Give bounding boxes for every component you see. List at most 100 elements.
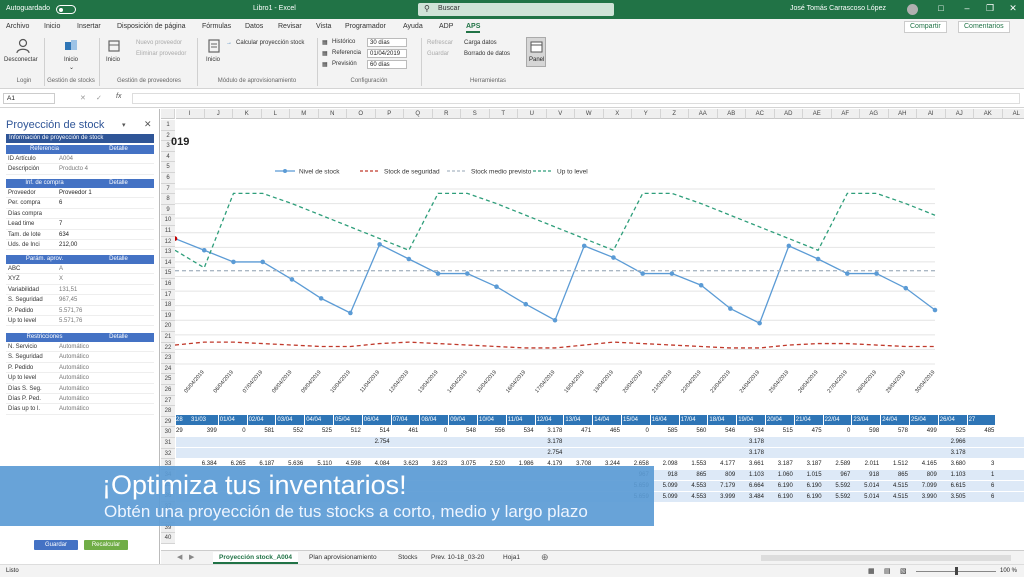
panel-row[interactable]: Lead time 7 [6, 219, 154, 230]
table-cell[interactable]: 512 [334, 426, 363, 436]
row-header[interactable]: 21 [161, 332, 175, 343]
table-cell[interactable]: 471 [564, 426, 593, 436]
panel-row-value[interactable]: Automático [56, 404, 154, 413]
column-header[interactable]: S [461, 109, 490, 119]
panel-row[interactable]: ABC A [6, 264, 154, 275]
column-header[interactable]: AE [803, 109, 832, 119]
stocks-inicio-button[interactable]: Inicio [64, 57, 78, 63]
panel-row[interactable]: Proveedor Proveedor 1 [6, 188, 154, 199]
column-header[interactable]: T [489, 109, 518, 119]
table-cell[interactable] [190, 448, 219, 458]
row-header[interactable]: 19 [161, 310, 175, 322]
table-cell[interactable] [564, 437, 593, 447]
row-header[interactable]: 16 [161, 279, 175, 290]
table-cell[interactable] [478, 448, 507, 458]
chevron-down-icon[interactable]: ▾ [122, 121, 126, 129]
table-cell[interactable]: 1.103 [737, 470, 766, 480]
table-cell[interactable] [449, 448, 478, 458]
table-cell[interactable]: 865 [881, 470, 910, 480]
table-cell[interactable]: 6.190 [766, 481, 795, 491]
tab-archivo[interactable]: Archivo [6, 23, 29, 30]
tab-inicio[interactable]: Inicio [44, 23, 60, 30]
table-cell[interactable]: 3.178 [536, 437, 565, 447]
table-cell[interactable]: 4.515 [881, 492, 910, 502]
column-header[interactable]: I [176, 109, 205, 119]
row-header[interactable]: 24 [161, 363, 175, 375]
tab-formulas[interactable]: Fórmulas [202, 23, 231, 30]
column-header[interactable]: AC [746, 109, 775, 119]
table-cell[interactable]: 1 [968, 470, 997, 480]
table-cell[interactable] [968, 448, 997, 458]
table-cell[interactable]: 918 [651, 470, 680, 480]
date-filter-header[interactable]: 04/04 [305, 415, 334, 425]
row-header[interactable]: 17 [161, 289, 175, 301]
tab-adp[interactable]: ADP [439, 23, 453, 30]
panel-row-value[interactable]: Producto 4 [56, 164, 154, 173]
date-filter-header[interactable]: 12/04 [535, 415, 565, 425]
date-filter-header[interactable]: 20/04 [766, 415, 795, 425]
table-cell[interactable]: 809 [910, 470, 939, 480]
fx-icon[interactable]: fx [116, 93, 121, 100]
panel-row-value[interactable]: 634 [56, 230, 154, 239]
row-header[interactable]: 30 [161, 427, 175, 438]
table-cell[interactable]: 585 [651, 426, 680, 436]
table-cell[interactable]: 1.103 [939, 470, 968, 480]
row-header[interactable]: 29 [161, 416, 175, 428]
row-header[interactable]: 11 [161, 226, 175, 237]
table-cell[interactable]: 2.011 [852, 459, 881, 469]
table-cell[interactable]: 6.190 [795, 481, 824, 491]
table-cell[interactable]: 3.178 [939, 448, 968, 458]
sheet-tab-stocks[interactable]: Stocks [392, 552, 424, 564]
table-cell[interactable]: 3.990 [910, 492, 939, 502]
table-cell[interactable] [507, 437, 536, 447]
table-cell[interactable] [881, 448, 910, 458]
row-header[interactable]: 27 [161, 395, 175, 407]
row-header[interactable]: 10 [161, 215, 175, 226]
date-filter-header[interactable]: 23/04 [852, 415, 882, 425]
column-header[interactable]: AF [831, 109, 860, 119]
table-cell[interactable] [507, 448, 536, 458]
table-cell[interactable] [478, 437, 507, 447]
sheet-tab-proyeccion[interactable]: Proyección stock_A004 [213, 552, 298, 564]
column-header[interactable]: AJ [945, 109, 974, 119]
panel-row[interactable]: Per. compra 6 [6, 198, 154, 209]
row-header[interactable]: 23 [161, 353, 175, 364]
referencia-input[interactable]: 01/04/2019 [367, 49, 407, 58]
panel-row[interactable]: S. Seguridad 967,45 [6, 295, 154, 306]
table-cell[interactable]: 6 [968, 492, 997, 502]
date-filter-header[interactable]: 10/04 [478, 415, 507, 425]
table-cell[interactable]: 865 [680, 470, 709, 480]
table-cell[interactable]: 560 [680, 426, 709, 436]
date-filter-header[interactable]: 22/04 [823, 415, 853, 425]
date-filter-header[interactable]: 09/04 [449, 415, 478, 425]
panel-row[interactable]: XYZ X [6, 274, 154, 285]
tab-revisar[interactable]: Revisar [278, 23, 302, 30]
column-header[interactable]: V [546, 109, 575, 119]
table-cell[interactable] [449, 437, 478, 447]
date-filter-header[interactable]: 24/04 [881, 415, 910, 425]
search-input[interactable]: ⚲ Buscar [418, 3, 614, 16]
panel-row[interactable]: ID Artículo A004 [6, 154, 154, 165]
prev-sheet-icon[interactable]: ◀ [177, 553, 182, 561]
table-cell[interactable] [219, 448, 248, 458]
load-data-button[interactable]: Carga datos [464, 40, 497, 46]
comments-button[interactable]: Comentarios [958, 21, 1010, 33]
table-cell[interactable]: 534 [737, 426, 766, 436]
check-icon[interactable]: ✓ [96, 94, 102, 102]
table-cell[interactable]: 0 [622, 426, 651, 436]
save-button[interactable]: Guardar [34, 540, 78, 550]
table-cell[interactable]: 3.680 [939, 459, 968, 469]
date-filter-header[interactable]: 06/04 [362, 415, 392, 425]
panel-row[interactable]: Up to level Automático [6, 373, 154, 384]
table-cell[interactable]: 465 [593, 426, 622, 436]
table-cell[interactable]: 1.553 [680, 459, 709, 469]
table-cell[interactable]: 1.015 [795, 470, 824, 480]
panel-row-value[interactable]: Automático [56, 363, 154, 372]
column-header[interactable]: AB [717, 109, 746, 119]
table-cell[interactable]: 6.664 [737, 481, 766, 491]
tab-aps[interactable]: APS [466, 23, 481, 33]
row-header[interactable]: 7 [161, 183, 175, 195]
panel-row-value[interactable]: 5.571,76 [56, 306, 154, 315]
table-cell[interactable]: 552 [276, 426, 305, 436]
column-header[interactable]: M [290, 109, 319, 119]
